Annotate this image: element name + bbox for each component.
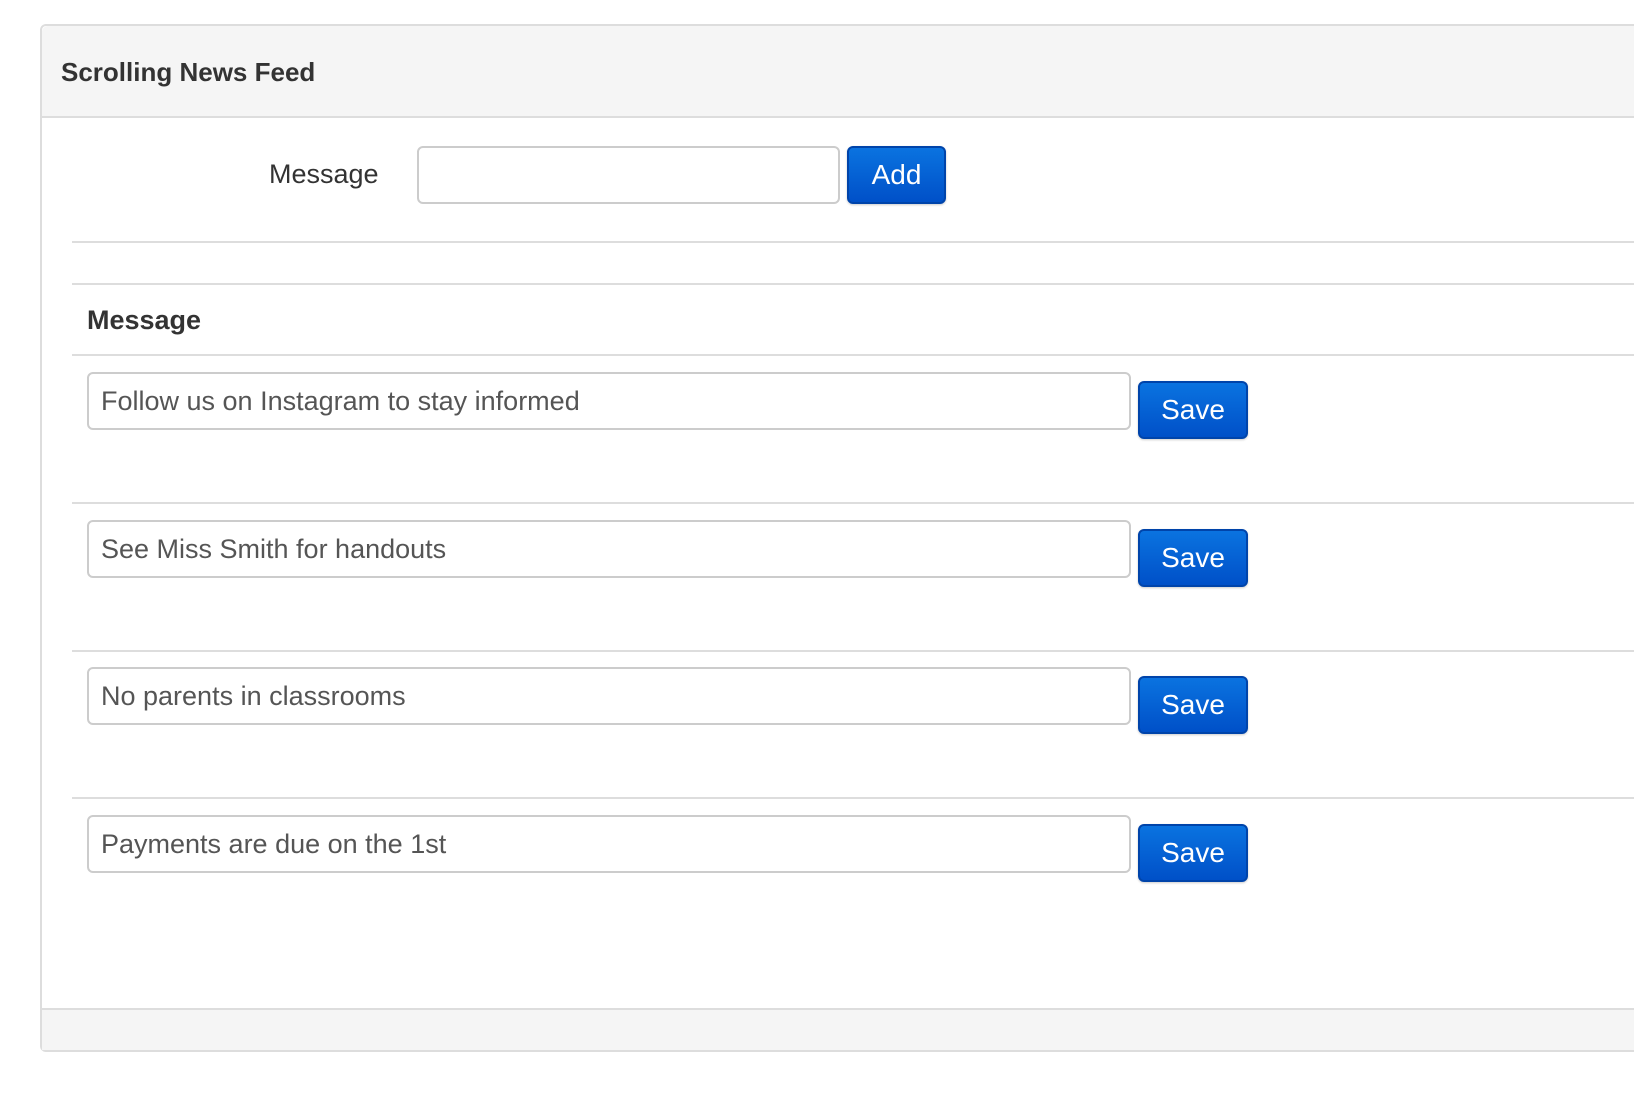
message-input[interactable]	[87, 520, 1131, 578]
message-input[interactable]	[87, 815, 1131, 873]
panel-footer	[42, 1008, 1634, 1050]
save-button[interactable]: Save	[1138, 381, 1248, 439]
news-feed-panel: Scrolling News Feed Message Add Message …	[40, 24, 1634, 1052]
table-header-border	[72, 354, 1634, 356]
message-column-header: Message	[87, 305, 202, 335]
save-button[interactable]: Save	[1138, 824, 1248, 882]
message-input[interactable]	[87, 372, 1131, 430]
row-divider	[72, 797, 1634, 799]
row-divider	[72, 502, 1634, 504]
divider	[72, 241, 1634, 243]
row-divider	[72, 650, 1634, 652]
message-input[interactable]	[87, 667, 1131, 725]
table-top-border	[72, 283, 1634, 285]
new-message-input[interactable]	[417, 146, 840, 204]
save-button[interactable]: Save	[1138, 529, 1248, 587]
save-button[interactable]: Save	[1138, 676, 1248, 734]
panel-heading: Scrolling News Feed	[42, 26, 1634, 118]
panel-title: Scrolling News Feed	[61, 57, 316, 87]
add-button[interactable]: Add	[847, 146, 946, 204]
message-label: Message	[269, 159, 379, 189]
